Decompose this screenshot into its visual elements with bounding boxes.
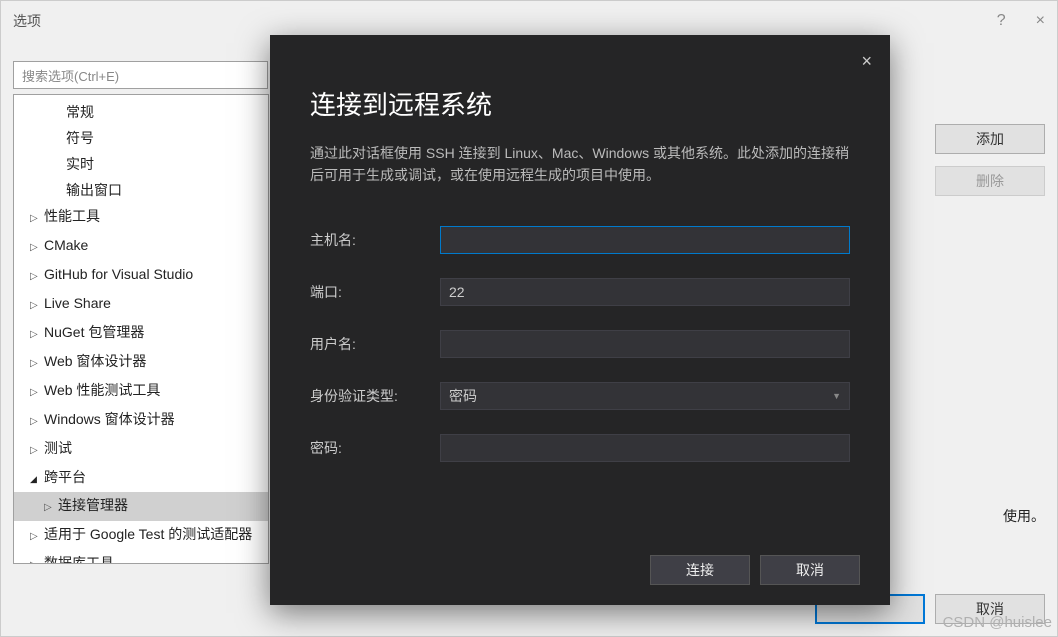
tree-item-webperf[interactable]: Web 性能测试工具 xyxy=(14,377,268,406)
search-placeholder: 搜索选项(Ctrl+E) xyxy=(22,66,119,85)
tree-item-crossplat[interactable]: 跨平台 xyxy=(14,464,268,492)
options-tree[interactable]: 常规 符号 实时 输出窗口 性能工具 CMake GitHub for Visu… xyxy=(13,94,269,564)
tree-item-cmake[interactable]: CMake xyxy=(14,232,268,261)
connect-button[interactable]: 连接 xyxy=(650,555,750,585)
auth-select[interactable]: 密码 ▼ xyxy=(440,382,850,410)
tree-item-googletest[interactable]: 适用于 Google Test 的测试适配器 xyxy=(14,521,268,550)
close-icon[interactable]: × xyxy=(1036,12,1045,30)
search-input[interactable]: 搜索选项(Ctrl+E) xyxy=(13,61,268,89)
tree-item-realtime[interactable]: 实时 xyxy=(14,151,268,177)
delete-button[interactable]: 删除 xyxy=(935,166,1045,196)
tree-item-winforms[interactable]: Windows 窗体设计器 xyxy=(14,406,268,435)
port-input[interactable] xyxy=(440,278,850,306)
host-input[interactable] xyxy=(440,226,850,254)
tree-item-test[interactable]: 测试 xyxy=(14,435,268,464)
connect-modal: × 连接到远程系统 通过此对话框使用 SSH 连接到 Linux、Mac、Win… xyxy=(270,35,890,605)
add-button[interactable]: 添加 xyxy=(935,124,1045,154)
chevron-down-icon: ▼ xyxy=(832,391,841,401)
tree-item-nuget[interactable]: NuGet 包管理器 xyxy=(14,319,268,348)
label-password: 密码: xyxy=(310,438,440,458)
hint-tail: 使用。 xyxy=(1003,506,1045,526)
row-port: 端口: xyxy=(310,278,850,306)
help-icon[interactable]: ? xyxy=(997,12,1006,30)
modal-close-icon[interactable]: × xyxy=(861,51,872,72)
tree-item-symbols[interactable]: 符号 xyxy=(14,125,268,151)
label-auth: 身份验证类型: xyxy=(310,386,440,406)
tree-item-webforms[interactable]: Web 窗体设计器 xyxy=(14,348,268,377)
row-password: 密码: xyxy=(310,434,850,462)
password-input[interactable] xyxy=(440,434,850,462)
row-user: 用户名: xyxy=(310,330,850,358)
tree-item-db[interactable]: 数据库工具 xyxy=(14,550,268,564)
user-input[interactable] xyxy=(440,330,850,358)
options-title: 选项 xyxy=(13,11,41,31)
row-auth: 身份验证类型: 密码 ▼ xyxy=(310,382,850,410)
cancel-button[interactable]: 取消 xyxy=(935,594,1045,624)
auth-value: 密码 xyxy=(449,386,477,406)
tree-item-github[interactable]: GitHub for Visual Studio xyxy=(14,261,268,290)
tree-item-connectionmgr[interactable]: 连接管理器 xyxy=(14,492,268,521)
modal-description: 通过此对话框使用 SSH 连接到 Linux、Mac、Windows 或其他系统… xyxy=(310,142,850,186)
tree-item-general[interactable]: 常规 xyxy=(14,99,268,125)
row-host: 主机名: xyxy=(310,226,850,254)
modal-cancel-button[interactable]: 取消 xyxy=(760,555,860,585)
modal-title: 连接到远程系统 xyxy=(310,85,850,122)
label-port: 端口: xyxy=(310,282,440,302)
tree-item-liveshare[interactable]: Live Share xyxy=(14,290,268,319)
label-host: 主机名: xyxy=(310,230,440,250)
tree-item-perf[interactable]: 性能工具 xyxy=(14,203,268,232)
tree-item-output[interactable]: 输出窗口 xyxy=(14,177,268,203)
label-user: 用户名: xyxy=(310,334,440,354)
